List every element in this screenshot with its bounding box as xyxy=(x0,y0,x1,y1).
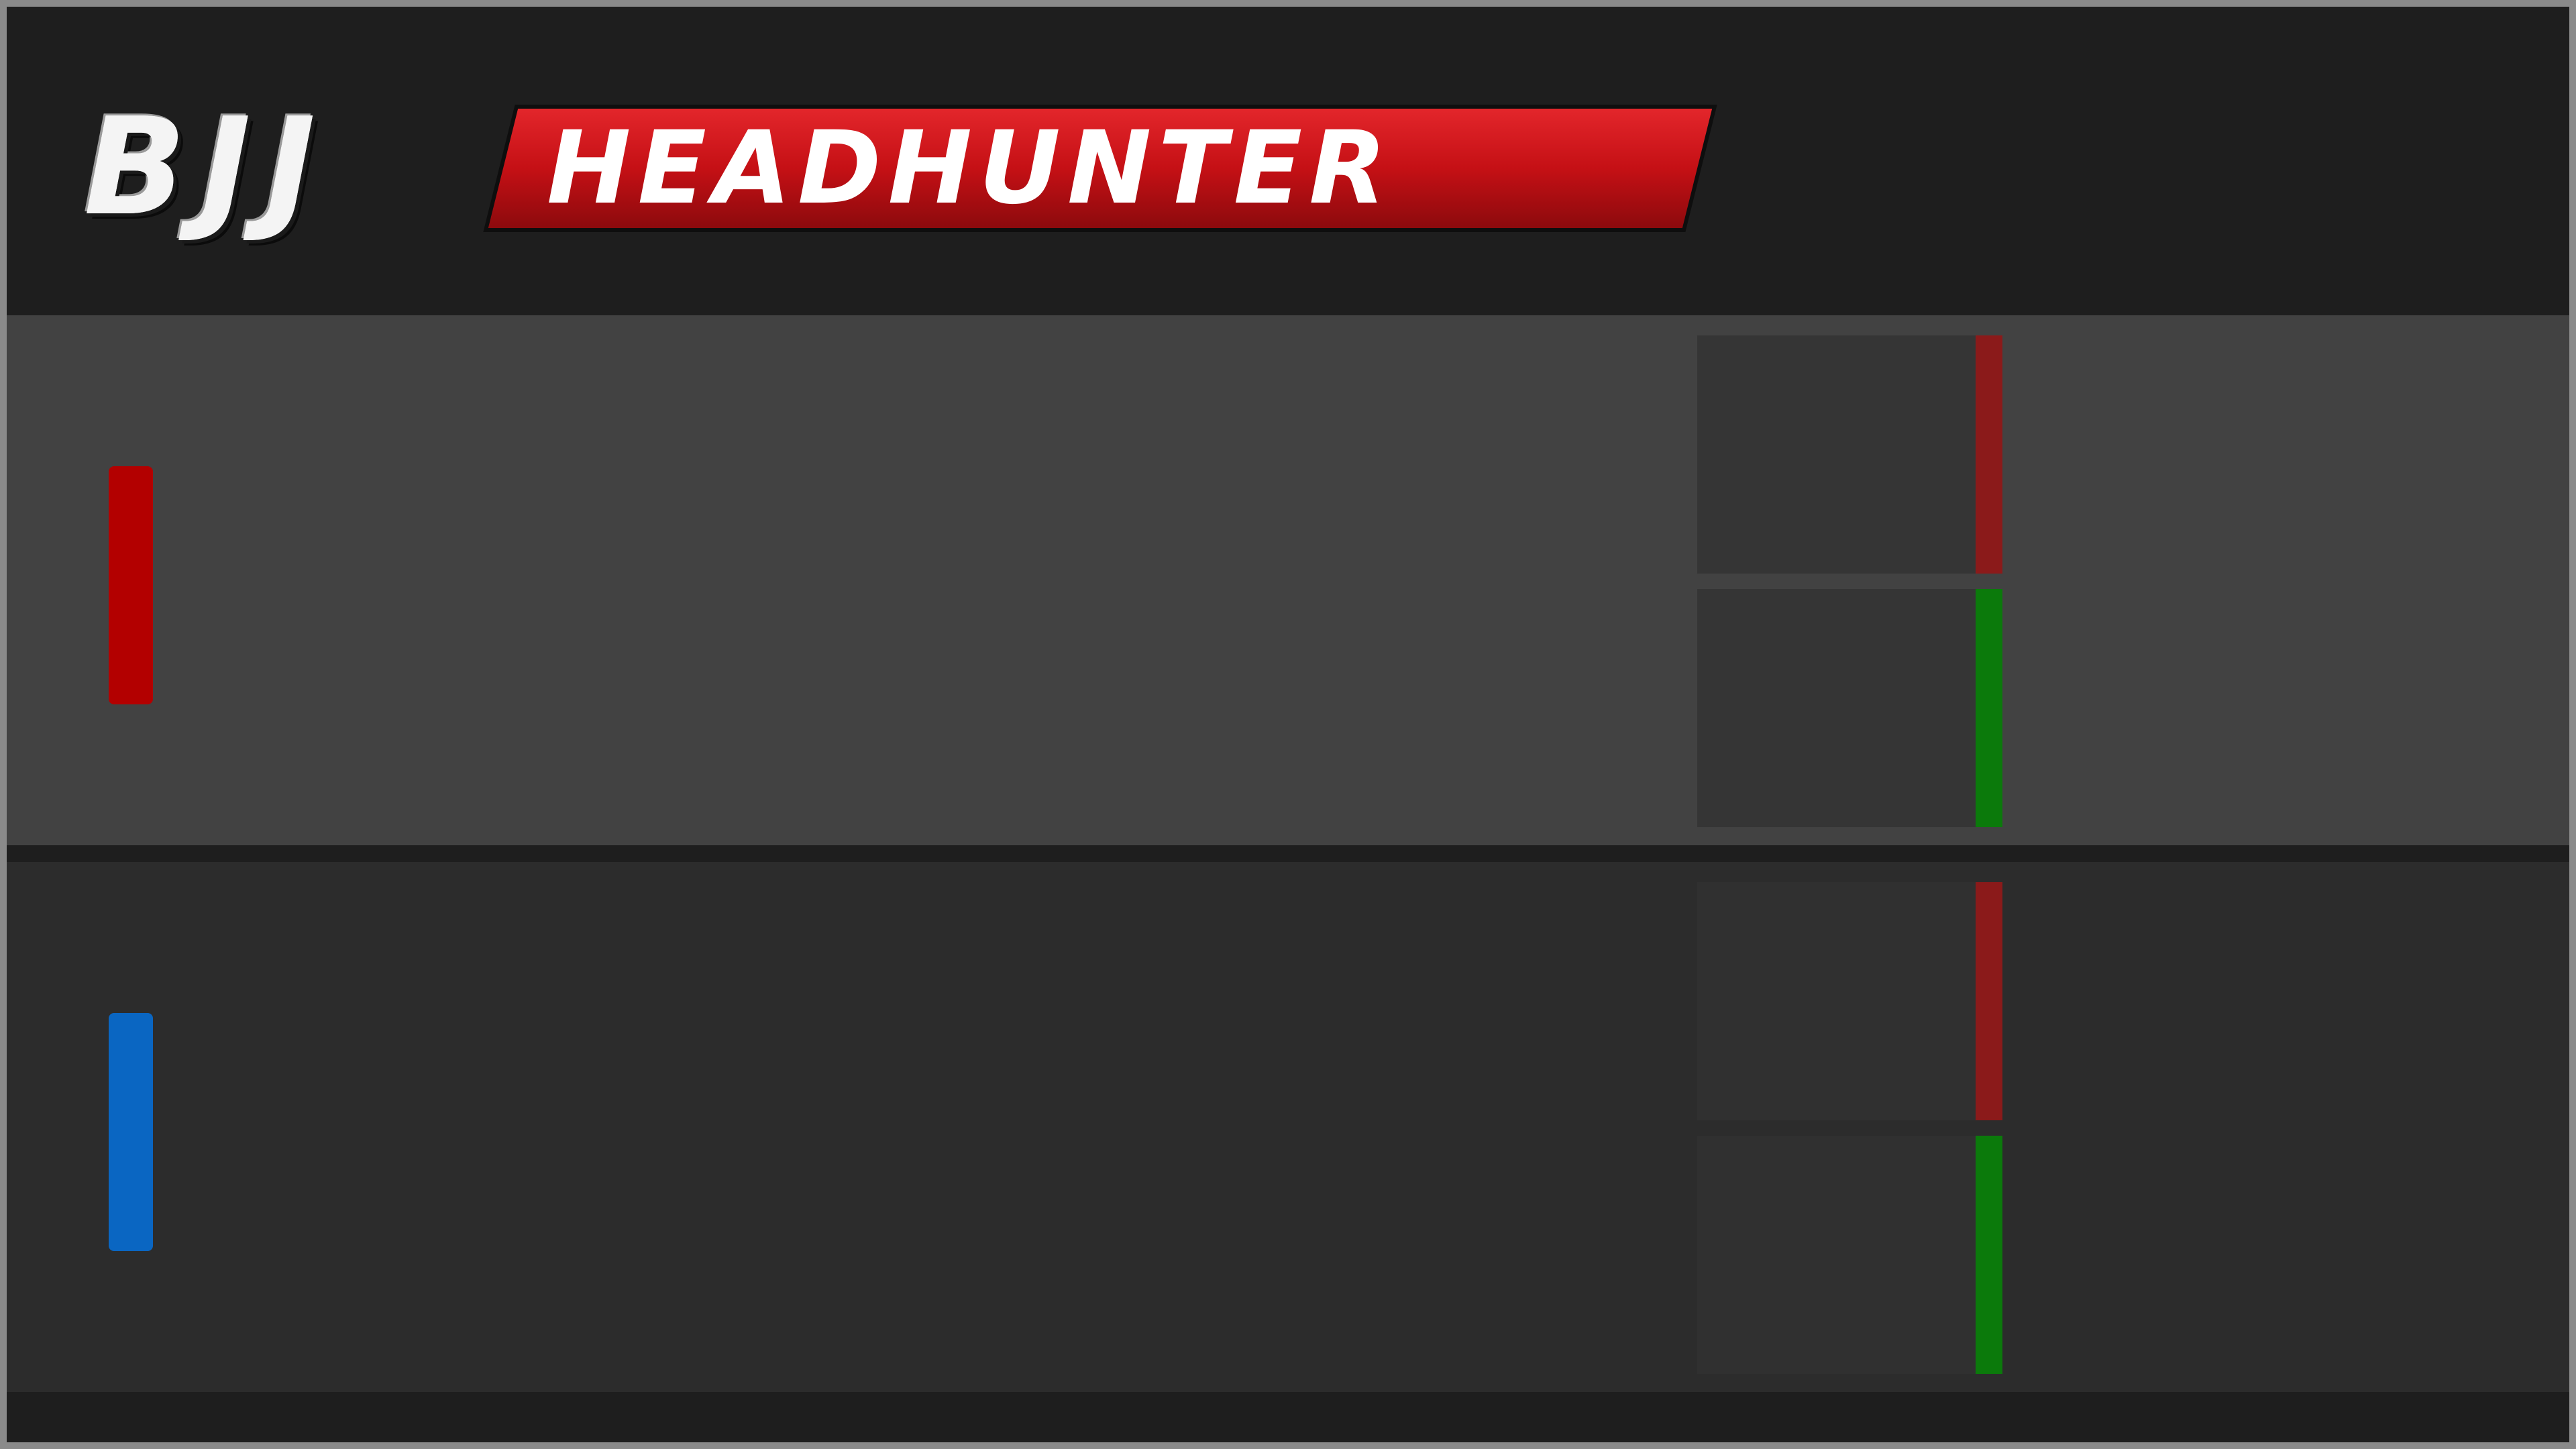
score-box-blue-points[interactable] xyxy=(1697,1136,2002,1374)
blue-corner-indicator xyxy=(109,1013,153,1251)
scoreboard-frame: BJJ HEADHUNTER xyxy=(7,7,2569,1442)
competitor-row-blue xyxy=(7,862,2569,1392)
points-stripe xyxy=(1976,589,2002,827)
row-divider xyxy=(7,845,2569,862)
points-stripe xyxy=(1976,1136,2002,1374)
competitor-name-red xyxy=(208,396,1617,765)
score-value xyxy=(1697,335,1976,574)
score-box-blue-penalty[interactable] xyxy=(1697,882,2002,1120)
score-value xyxy=(1697,882,1976,1120)
logo-headhunter-text: HEADHUNTER xyxy=(547,110,1393,227)
penalty-stripe xyxy=(1976,335,2002,574)
header: BJJ HEADHUNTER xyxy=(7,7,2569,315)
footer-bar xyxy=(7,1392,2569,1442)
penalty-stripe xyxy=(1976,882,2002,1120)
logo-bjj-text: BJJ xyxy=(84,89,331,246)
red-corner-indicator xyxy=(109,466,153,704)
score-value xyxy=(1697,1136,1976,1374)
score-box-red-penalty[interactable] xyxy=(1697,335,2002,574)
bjj-headhunter-logo: BJJ HEADHUNTER xyxy=(84,89,1713,246)
score-box-red-points[interactable] xyxy=(1697,589,2002,827)
competitor-name-blue xyxy=(208,943,1617,1311)
score-value xyxy=(1697,589,1976,827)
competitor-row-red xyxy=(7,315,2569,845)
